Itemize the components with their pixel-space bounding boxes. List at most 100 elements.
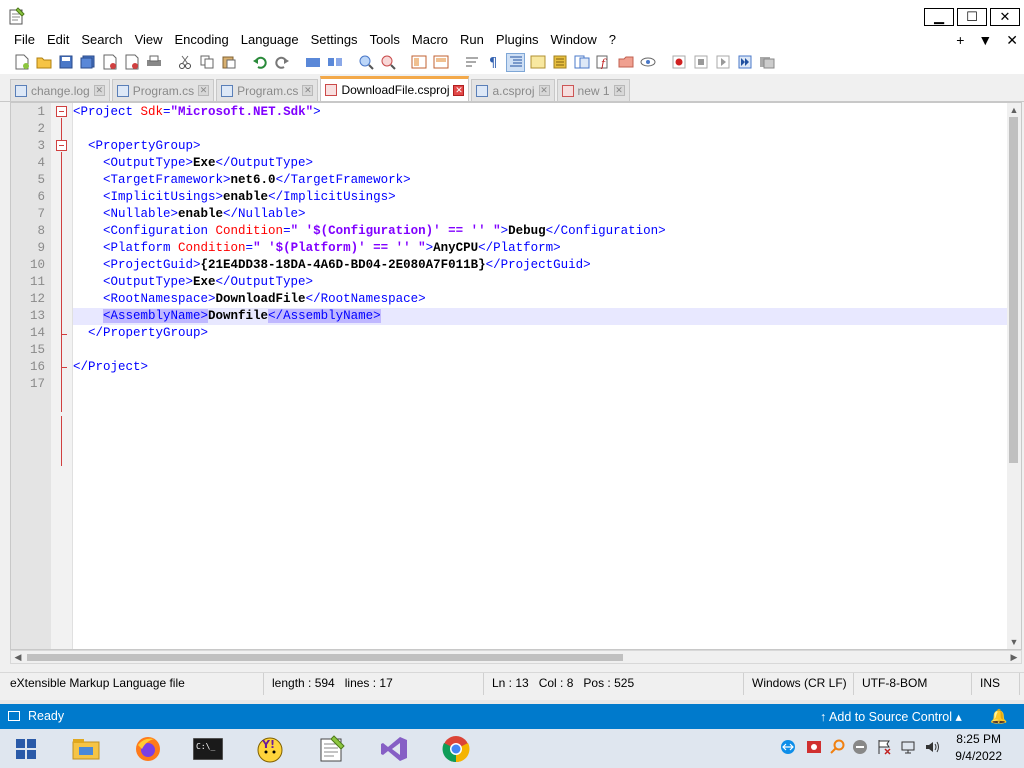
status-eol[interactable]: Windows (CR LF) xyxy=(744,673,854,695)
new-file-icon[interactable] xyxy=(12,53,31,72)
tab-close-icon[interactable]: ✕ xyxy=(93,85,105,96)
folder-icon[interactable] xyxy=(616,53,635,72)
tab-a-csproj[interactable]: a.csproj ✕ xyxy=(471,79,555,101)
teamviewer-icon[interactable] xyxy=(780,739,796,758)
fold-toggle-icon[interactable] xyxy=(56,106,67,117)
menu-plugins[interactable]: Plugins xyxy=(490,30,545,50)
menu-language[interactable]: Language xyxy=(235,30,305,50)
zoom-out-icon[interactable] xyxy=(378,53,397,72)
undo-icon[interactable] xyxy=(250,53,269,72)
visual-studio-icon[interactable] xyxy=(370,732,418,766)
find-icon[interactable] xyxy=(303,53,322,72)
folder-workspace-icon[interactable]: f xyxy=(594,53,613,72)
code-line: 2 xyxy=(37,122,45,136)
redo-icon[interactable] xyxy=(272,53,291,72)
file-explorer-icon[interactable] xyxy=(62,732,110,766)
scroll-up-icon[interactable]: ▲ xyxy=(1007,103,1021,117)
scroll-right-icon[interactable]: ▶ xyxy=(1007,651,1021,663)
tab-program-cs-2[interactable]: Program.cs ✕ xyxy=(216,79,319,101)
status-encoding[interactable]: UTF-8-BOM xyxy=(854,673,972,695)
monitor-icon[interactable] xyxy=(638,53,657,72)
status-length-lines: length : 594 lines : 17 xyxy=(264,673,484,695)
code-area[interactable]: 1 <Project Sdk="Microsoft.NET.Sdk"> 2 3 <… xyxy=(30,104,1007,393)
tab-close-icon[interactable]: ✕ xyxy=(302,85,314,96)
tab-program-cs[interactable]: Program.cs ✕ xyxy=(111,79,215,101)
add-to-source-control-button[interactable]: ↑ Add to Source Control ▴ xyxy=(820,709,962,724)
indent-guide-icon[interactable] xyxy=(506,52,525,72)
zoom-in-icon[interactable] xyxy=(356,53,375,72)
close-window-button[interactable]: ✕ xyxy=(990,8,1020,26)
copy-icon[interactable] xyxy=(197,53,216,72)
menu-view[interactable]: View xyxy=(129,30,169,50)
menu-help[interactable]: ? xyxy=(603,30,622,50)
tab-label: a.csproj xyxy=(492,83,535,98)
terminal-icon[interactable]: C:\_ xyxy=(184,732,232,766)
firefox-icon[interactable] xyxy=(124,732,172,766)
save-all-icon[interactable] xyxy=(78,53,97,72)
menu-macro[interactable]: Macro xyxy=(406,30,454,50)
save-icon[interactable] xyxy=(56,53,75,72)
vertical-scrollbar[interactable]: ▲ ▼ xyxy=(1007,103,1021,649)
doc-map-icon[interactable] xyxy=(550,53,569,72)
minimize-button[interactable]: ▁ xyxy=(924,8,954,26)
volume-icon[interactable] xyxy=(924,739,940,758)
scroll-down-icon[interactable]: ▼ xyxy=(1007,635,1021,649)
minus-circle-icon[interactable] xyxy=(852,739,868,758)
replace-icon[interactable] xyxy=(325,53,344,72)
paste-icon[interactable] xyxy=(219,53,238,72)
menu-edit[interactable]: Edit xyxy=(41,30,75,50)
function-list-icon[interactable] xyxy=(572,53,591,72)
scroll-thumb[interactable] xyxy=(27,654,623,661)
playback-icon[interactable] xyxy=(713,53,732,72)
horizontal-scrollbar[interactable]: ◀ ▶ xyxy=(10,650,1022,664)
tab-label: change.log xyxy=(31,83,90,98)
cut-icon[interactable] xyxy=(175,53,194,72)
yahoo-icon[interactable]: Y! xyxy=(246,732,294,766)
tab-close-icon[interactable]: ✕ xyxy=(198,85,210,96)
tab-close-icon[interactable]: ✕ xyxy=(613,85,625,96)
udl-icon[interactable] xyxy=(528,53,547,72)
menu-settings[interactable]: Settings xyxy=(305,30,364,50)
menu-file[interactable]: File xyxy=(8,30,41,50)
tab-downloadfile-csproj[interactable]: DownloadFile.csproj ✕ xyxy=(320,76,470,101)
tab-new-1[interactable]: new 1 ✕ xyxy=(556,79,630,101)
new-tab-button[interactable]: + xyxy=(956,32,964,48)
search-tray-icon[interactable] xyxy=(830,739,846,758)
close-icon[interactable] xyxy=(100,53,119,72)
stop-record-icon[interactable] xyxy=(691,53,710,72)
close-all-icon[interactable] xyxy=(122,53,141,72)
notification-bell-icon[interactable]: 🔔 xyxy=(990,708,1007,725)
menu-run[interactable]: Run xyxy=(454,30,490,50)
save-macro-icon[interactable] xyxy=(757,53,776,72)
flag-icon[interactable] xyxy=(876,739,892,758)
tab-close-icon[interactable]: ✕ xyxy=(538,85,550,96)
menu-tools[interactable]: Tools xyxy=(364,30,406,50)
menu-search[interactable]: Search xyxy=(75,30,128,50)
menu-encoding[interactable]: Encoding xyxy=(169,30,235,50)
network-icon[interactable] xyxy=(900,739,916,758)
code-editor[interactable]: 1 <Project Sdk="Microsoft.NET.Sdk"> 2 3 <… xyxy=(10,102,1022,650)
chrome-icon[interactable] xyxy=(432,732,480,766)
recorder-icon[interactable] xyxy=(806,739,822,758)
fold-toggle-icon[interactable] xyxy=(56,140,67,151)
menu-window[interactable]: Window xyxy=(545,30,603,50)
tab-close-icon[interactable]: ✕ xyxy=(453,84,465,96)
close-document-button[interactable]: ✕ xyxy=(1006,32,1018,49)
clock-date: 9/4/2022 xyxy=(955,749,1002,763)
run-multiple-icon[interactable] xyxy=(735,53,754,72)
sync-h-icon[interactable] xyxy=(431,53,450,72)
sync-v-icon[interactable] xyxy=(409,53,428,72)
word-wrap-icon[interactable] xyxy=(462,53,481,72)
maximize-button[interactable]: ☐ xyxy=(957,8,987,26)
notepadpp-icon[interactable] xyxy=(308,732,356,766)
tab-change-log[interactable]: change.log ✕ xyxy=(10,79,110,101)
open-file-icon[interactable] xyxy=(34,53,53,72)
system-clock[interactable]: 8:25 PM 9/4/2022 xyxy=(955,731,1002,765)
print-icon[interactable] xyxy=(144,53,163,72)
start-icon[interactable] xyxy=(2,732,50,766)
record-macro-icon[interactable] xyxy=(669,53,688,72)
tab-list-dropdown[interactable]: ▼ xyxy=(978,32,992,48)
scroll-thumb[interactable] xyxy=(1009,117,1018,463)
show-all-chars-icon[interactable]: ¶ xyxy=(484,53,503,72)
scroll-left-icon[interactable]: ◀ xyxy=(11,651,25,663)
